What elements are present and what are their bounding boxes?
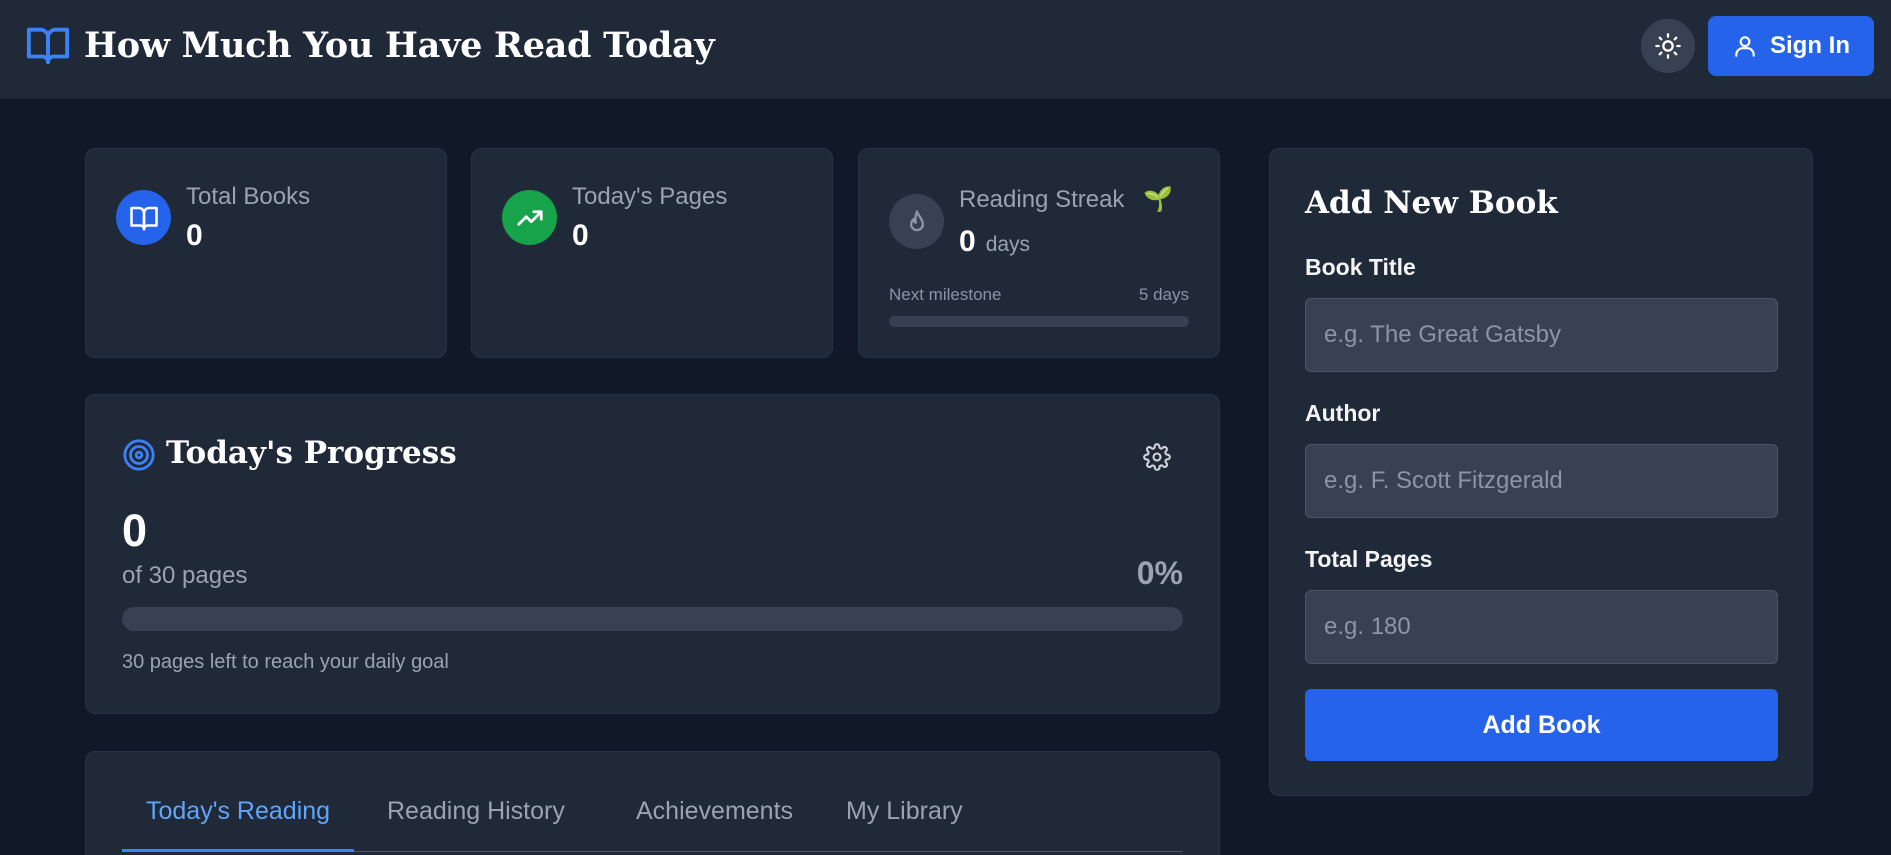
total-books-value: 0 bbox=[186, 219, 203, 252]
book-open-icon bbox=[129, 206, 158, 230]
todays-pages-label: Today's Pages bbox=[572, 183, 728, 210]
total-books-badge bbox=[116, 190, 171, 245]
tab-reading-history[interactable]: Reading History bbox=[363, 797, 589, 852]
gear-icon[interactable] bbox=[1143, 443, 1171, 471]
progress-title: Today's Progress bbox=[166, 435, 457, 471]
todays-pages-card: Today's Pages 0 bbox=[471, 148, 833, 358]
todays-pages-badge bbox=[502, 190, 557, 245]
book-title-input[interactable] bbox=[1305, 298, 1778, 372]
author-label: Author bbox=[1305, 400, 1381, 426]
target-icon bbox=[123, 439, 155, 471]
sun-icon bbox=[1655, 33, 1681, 59]
total-pages-label: Total Pages bbox=[1305, 546, 1433, 572]
pages-left-note: 30 pages left to reach your daily goal bbox=[122, 651, 449, 673]
total-pages-input[interactable] bbox=[1305, 590, 1778, 664]
daily-goal-text: of 30 pages bbox=[122, 562, 248, 589]
add-book-card: Add New Book Book Title Author Total Pag… bbox=[1269, 148, 1813, 796]
streak-sprout-badge: 🌱 bbox=[1143, 186, 1173, 213]
user-icon bbox=[1735, 36, 1755, 57]
milestone-row: Next milestone 5 days bbox=[889, 285, 1189, 305]
streak-value: 0 bbox=[959, 225, 976, 258]
book-title-label: Book Title bbox=[1305, 254, 1416, 280]
tab-achievements[interactable]: Achievements bbox=[612, 797, 817, 852]
book-open-icon bbox=[26, 27, 70, 65]
reading-streak-card: Reading Streak 🌱 0 days Next milestone 5 … bbox=[858, 148, 1220, 358]
add-book-title: Add New Book bbox=[1305, 185, 1558, 221]
total-books-label: Total Books bbox=[186, 183, 311, 210]
daily-progress-bar bbox=[122, 607, 1183, 631]
milestone-value: 5 days bbox=[1138, 285, 1189, 304]
streak-value-row: 0 days bbox=[959, 225, 1030, 259]
tab-bar: Today's Reading Reading History Achievem… bbox=[122, 752, 1183, 852]
streak-unit: days bbox=[985, 233, 1031, 256]
sign-in-button[interactable]: Sign In bbox=[1708, 16, 1874, 76]
milestone-label: Next milestone bbox=[889, 285, 1002, 304]
reading-tabs-card: Today's Reading Reading History Achievem… bbox=[85, 751, 1220, 855]
todays-progress-card: Today's Progress 0 of 30 pages 0% 30 pag… bbox=[85, 394, 1220, 714]
author-input[interactable] bbox=[1305, 444, 1778, 518]
streak-label-text: Reading Streak bbox=[959, 186, 1125, 213]
milestone-progress-bar bbox=[889, 316, 1189, 327]
top-bar: How Much You Have Read Today Sign In bbox=[0, 0, 1891, 99]
sign-in-label: Sign In bbox=[1770, 32, 1850, 59]
total-books-card: Total Books 0 bbox=[85, 148, 447, 358]
tab-my-library[interactable]: My Library bbox=[822, 797, 987, 852]
brand: How Much You Have Read Today bbox=[24, 22, 715, 68]
flame-icon bbox=[909, 209, 924, 231]
streak-label: Reading Streak 🌱 bbox=[959, 185, 1173, 214]
progress-percent: 0% bbox=[1136, 555, 1183, 591]
streak-badge bbox=[889, 194, 944, 249]
add-book-button[interactable]: Add Book bbox=[1305, 689, 1778, 761]
pages-read-value: 0 bbox=[122, 505, 148, 556]
todays-pages-value: 0 bbox=[572, 219, 589, 252]
theme-toggle-button[interactable] bbox=[1641, 19, 1695, 73]
app-title: How Much You Have Read Today bbox=[84, 24, 715, 66]
tab-todays-reading[interactable]: Today's Reading bbox=[122, 797, 355, 852]
trending-up-icon bbox=[516, 209, 543, 226]
